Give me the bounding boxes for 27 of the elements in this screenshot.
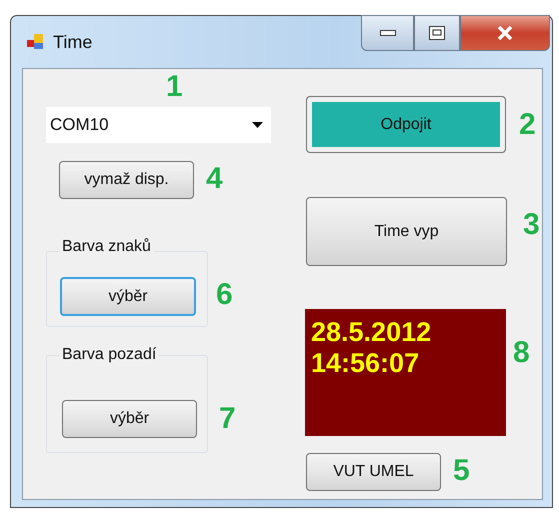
close-button[interactable] xyxy=(460,15,550,51)
disconnect-button[interactable]: Odpojit xyxy=(306,96,506,153)
caret-icon xyxy=(252,122,263,128)
select-color-button[interactable]: výběr xyxy=(60,277,196,316)
display-text: 14:56:07 xyxy=(311,348,420,379)
vut-umel-button[interactable]: VUT UMEL xyxy=(306,453,441,491)
app-icon xyxy=(27,33,45,51)
annotation-number: 8 xyxy=(513,337,530,369)
annotation-number: 6 xyxy=(216,279,233,311)
time-button[interactable]: Time vyp xyxy=(306,197,507,266)
close-icon xyxy=(497,26,513,40)
maximize-icon xyxy=(429,26,445,40)
annotation-number: 5 xyxy=(453,455,470,487)
group-label: Barva pozadí xyxy=(59,346,160,364)
annotation-number: 2 xyxy=(519,109,536,141)
annotation-number: 7 xyxy=(219,403,236,435)
annotation-number: 4 xyxy=(206,163,223,195)
select-color-button[interactable]: výběr xyxy=(62,400,197,438)
annotation-number: 3 xyxy=(523,209,540,241)
annotation-number: 1 xyxy=(166,71,183,103)
minimize-icon xyxy=(380,30,396,36)
port-dropdown[interactable]: COM10 xyxy=(46,107,271,143)
display-text: 28.5.2012 xyxy=(311,317,432,348)
maximize-button[interactable] xyxy=(414,15,460,51)
window-title: Time xyxy=(53,32,92,52)
minimize-button[interactable] xyxy=(361,15,414,51)
clear-display-button[interactable]: vymaž disp. xyxy=(59,161,194,199)
